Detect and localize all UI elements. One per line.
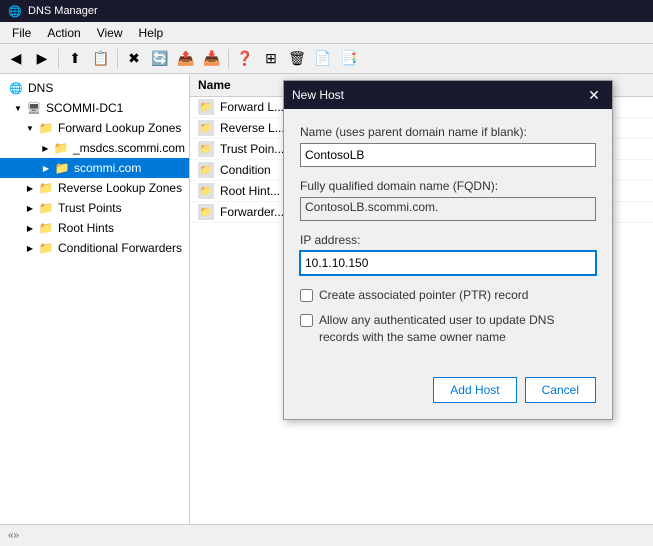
menu-file[interactable]: File (4, 24, 39, 42)
dialog-title: New Host (292, 88, 344, 102)
folder-icon-forward: 📁 (38, 120, 54, 136)
name-label: Name (uses parent domain name if blank): (300, 125, 596, 139)
name-input[interactable] (300, 143, 596, 167)
status-arrows: «» (8, 530, 19, 541)
new-host-dialog: New Host ✕ Name (uses parent domain name… (283, 80, 613, 420)
up-button[interactable]: ⬆ (63, 47, 87, 71)
tree-item-forward-lookup[interactable]: ▼ 📁 Forward Lookup Zones (0, 118, 189, 138)
expand-arrow-msdcs: ▶ (39, 142, 51, 154)
expand-arrow-forward: ▼ (24, 122, 36, 134)
tree-item-dns[interactable]: 🌐 DNS (0, 78, 189, 98)
menu-help[interactable]: Help (131, 24, 172, 42)
separator-3 (228, 49, 229, 69)
cancel-button[interactable]: Cancel (525, 377, 596, 403)
folder-icon-reverse: 📁 (38, 180, 54, 196)
properties-button[interactable]: ⊞ (259, 47, 283, 71)
status-bar: «» (0, 524, 653, 546)
tree-item-msdcs[interactable]: ▶ 📁 _msdcs.scommi.com (0, 138, 189, 158)
add-host-button[interactable]: Add Host (433, 377, 516, 403)
tree-reverse-label: Reverse Lookup Zones (58, 181, 182, 195)
tree-item-root-hints[interactable]: ▶ 📁 Root Hints (0, 218, 189, 238)
tree-scommi-label: scommi.com (74, 161, 141, 175)
expand-arrow-trust: ▶ (24, 202, 36, 214)
refresh-button[interactable]: 🔄 (148, 47, 172, 71)
folder-icon-conditional: 📁 (38, 240, 54, 256)
folder-icon-root: 📁 (38, 220, 54, 236)
expand-arrow-scommi: ▶ (40, 162, 52, 174)
title-bar: 🌐 DNS Manager (0, 0, 653, 22)
trash-button[interactable]: 🗑 (285, 47, 309, 71)
tree-item-scommi[interactable]: ▶ 📁 scommi.com (0, 158, 189, 178)
ptr-checkbox-row: Create associated pointer (PTR) record (300, 287, 596, 304)
allow-checkbox-row: Allow any authenticated user to update D… (300, 312, 596, 346)
help-button[interactable]: ❓ (233, 47, 257, 71)
forward-button[interactable]: ▶ (30, 47, 54, 71)
row-icon-1: 📁 (198, 120, 214, 136)
row-icon-0: 📁 (198, 99, 214, 115)
import-button[interactable]: 📥 (200, 47, 224, 71)
dialog-title-bar: New Host ✕ (284, 81, 612, 109)
allow-checkbox[interactable] (300, 314, 313, 327)
dialog-close-button[interactable]: ✕ (584, 85, 604, 105)
tree-panel: 🌐 DNS ▼ 🖥 SCOMMI-DC1 ▼ 📁 Forward Lookup … (0, 74, 190, 524)
server-icon: 🖥 (26, 100, 42, 116)
folder-icon-msdcs: 📁 (53, 140, 69, 156)
delete-button[interactable]: ✖ (122, 47, 146, 71)
row-icon-4: 📁 (198, 183, 214, 199)
tree-trust-label: Trust Points (58, 201, 122, 215)
menu-action[interactable]: Action (39, 24, 88, 42)
menu-view[interactable]: View (89, 24, 131, 42)
expand-arrow-server: ▼ (12, 102, 24, 114)
tree-item-reverse-lookup[interactable]: ▶ 📁 Reverse Lookup Zones (0, 178, 189, 198)
folder-icon-scommi: 📁 (54, 160, 70, 176)
expand-arrow-root: ▶ (24, 222, 36, 234)
tree-server-label: SCOMMI-DC1 (46, 101, 123, 115)
fqdn-display: ContosoLB.scommi.com. (300, 197, 596, 221)
fqdn-label: Fully qualified domain name (FQDN): (300, 179, 596, 193)
dialog-footer: Add Host Cancel (284, 369, 612, 419)
ptr-checkbox-label: Create associated pointer (PTR) record (319, 287, 528, 304)
ip-input[interactable] (300, 251, 596, 275)
tree-root-label: Root Hints (58, 221, 114, 235)
separator-1 (58, 49, 59, 69)
toolbar: ◀ ▶ ⬆ 📋 ✖ 🔄 📤 📥 ❓ ⊞ 🗑 📄 📑 (0, 44, 653, 74)
row-label-2: Trust Poin... (220, 142, 284, 156)
row-icon-5: 📁 (198, 204, 214, 220)
title-bar-text: DNS Manager (28, 5, 98, 17)
back-button[interactable]: ◀ (4, 47, 28, 71)
show-hide-button[interactable]: 📋 (89, 47, 113, 71)
app-icon: 🌐 (8, 4, 22, 18)
row-label-5: Forwarder... (220, 205, 284, 219)
tree-dns-label: DNS (28, 81, 53, 95)
ptr-checkbox[interactable] (300, 289, 313, 302)
dialog-body: Name (uses parent domain name if blank):… (284, 109, 612, 369)
expand-arrow-reverse: ▶ (24, 182, 36, 194)
row-icon-3: 📁 (198, 162, 214, 178)
ip-label: IP address: (300, 233, 596, 247)
tree-item-server[interactable]: ▼ 🖥 SCOMMI-DC1 (0, 98, 189, 118)
row-label-3: Condition (220, 163, 271, 177)
folder-icon-trust: 📁 (38, 200, 54, 216)
expand-arrow-conditional: ▶ (24, 242, 36, 254)
row-label-0: Forward L... (220, 100, 284, 114)
row-label-1: Reverse L... (220, 121, 285, 135)
column-name: Name (198, 78, 231, 92)
tree-item-conditional[interactable]: ▶ 📁 Conditional Forwarders (0, 238, 189, 258)
copy-button[interactable]: 📑 (337, 47, 361, 71)
export-button[interactable]: 📤 (174, 47, 198, 71)
row-label-4: Root Hint... (220, 184, 280, 198)
dns-icon: 🌐 (8, 80, 24, 96)
new-doc-button[interactable]: 📄 (311, 47, 335, 71)
tree-msdcs-label: _msdcs.scommi.com (73, 141, 185, 155)
allow-checkbox-label: Allow any authenticated user to update D… (319, 312, 596, 346)
row-icon-2: 📁 (198, 141, 214, 157)
tree-forward-label: Forward Lookup Zones (58, 121, 181, 135)
separator-2 (117, 49, 118, 69)
tree-conditional-label: Conditional Forwarders (58, 241, 182, 255)
menu-bar: File Action View Help (0, 22, 653, 44)
tree-item-trust[interactable]: ▶ 📁 Trust Points (0, 198, 189, 218)
